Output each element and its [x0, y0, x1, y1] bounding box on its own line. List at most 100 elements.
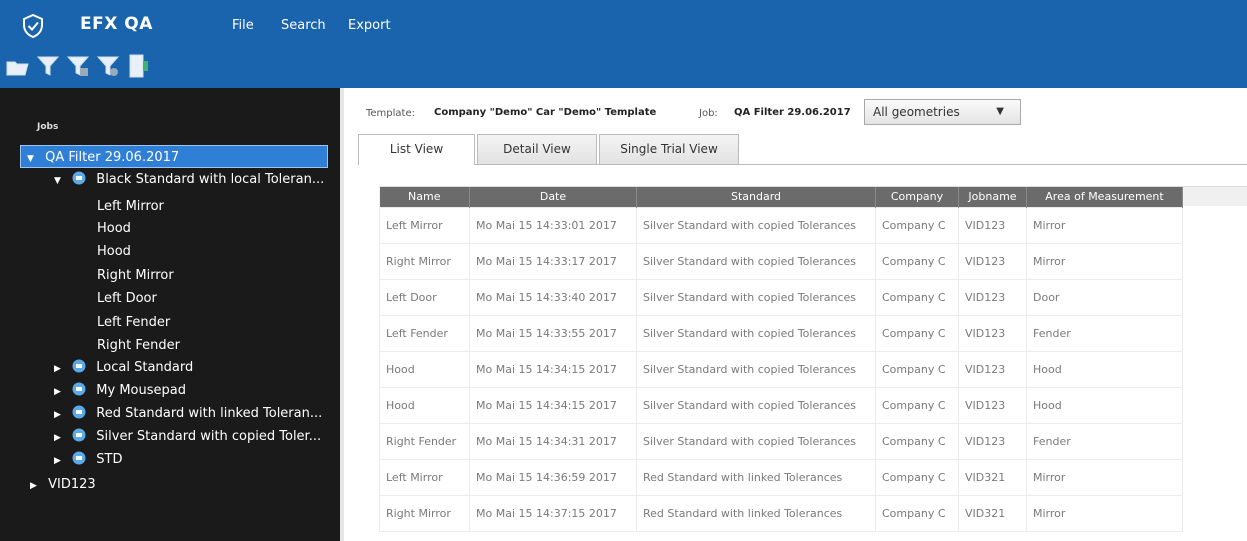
tree-item-standard[interactable]: ▶ My Mousepad [54, 379, 186, 402]
filter-settings-icon[interactable] [96, 53, 120, 79]
geometry-select-value: All geometries [873, 105, 960, 119]
cell-standard: Silver Standard with copied Tolerances [636, 350, 876, 388]
folder-open-icon[interactable] [6, 53, 30, 79]
cell-name: Left Mirror [379, 458, 470, 496]
caret-right-icon[interactable]: ▶ [54, 450, 68, 473]
table-row[interactable]: Left Door Mo Mai 15 14:33:40 2017 Silver S… [379, 278, 1183, 316]
geometry-select[interactable]: All geometries ▼ [864, 99, 1021, 125]
column-header-name[interactable]: Name [379, 187, 470, 207]
cell-company: Company C [875, 242, 959, 280]
tree-item-label: QA Filter 29.06.2017 [45, 150, 180, 165]
tree-item-label: STD [96, 452, 123, 467]
cell-standard: Red Standard with linked Tolerances [636, 458, 876, 496]
tree-item-standard[interactable]: ▶ STD [54, 448, 122, 471]
menu-search[interactable]: Search [281, 18, 326, 33]
cell-name: Hood [379, 386, 470, 424]
caret-right-icon[interactable]: ▶ [54, 358, 68, 381]
template-value: Company "Demo" Car "Demo" Template [434, 107, 657, 118]
table-header-row: Name Date Standard Company Jobname Area … [379, 187, 1183, 207]
cell-name: Right Mirror [379, 494, 470, 532]
menu-file[interactable]: File [232, 18, 254, 33]
job-label: Job: [699, 108, 718, 119]
tab-detail-view[interactable]: Detail View [477, 134, 597, 164]
table-row[interactable]: Left Mirror Mo Mai 15 14:33:01 2017 Silver… [379, 206, 1183, 244]
tree-item-trial[interactable]: Right Fender [97, 334, 180, 357]
tree-item-trial[interactable]: Left Mirror [97, 195, 164, 218]
cell-date: Mo Mai 15 14:33:01 2017 [469, 206, 637, 244]
cell-date: Mo Mai 15 14:36:59 2017 [469, 458, 637, 496]
tree-item-job-root[interactable]: ▼ QA Filter 29.06.2017 [20, 145, 328, 168]
cell-area: Mirror [1026, 458, 1183, 496]
shield-check-icon [23, 14, 43, 38]
cell-name: Left Door [379, 278, 470, 316]
cell-standard: Silver Standard with copied Tolerances [636, 206, 876, 244]
table-row[interactable]: Right Mirror Mo Mai 15 14:37:15 2017 Red S… [379, 494, 1183, 532]
cell-company: Company C [875, 206, 959, 244]
tree-item-standard[interactable]: ▶ Red Standard with linked Toleran... [54, 402, 322, 425]
cell-jobname: VID123 [958, 278, 1027, 316]
tab-single-trial-view[interactable]: Single Trial View [599, 134, 739, 164]
tree-item-trial[interactable]: Right Mirror [97, 264, 174, 287]
column-header-company[interactable]: Company [875, 187, 959, 207]
trials-table: Name Date Standard Company Jobname Area … [379, 187, 1183, 532]
cell-standard: Red Standard with linked Tolerances [636, 494, 876, 532]
export-document-icon[interactable] [126, 53, 150, 79]
caret-right-icon[interactable]: ▶ [54, 427, 68, 450]
tree-item-label: Black Standard with local Toleran... [96, 172, 325, 187]
column-header-jobname[interactable]: Jobname [958, 187, 1027, 207]
table-row[interactable]: Hood Mo Mai 15 14:34:15 2017 Silver Standa… [379, 350, 1183, 388]
template-label: Template: [366, 108, 415, 119]
tree-item-trial[interactable]: Left Fender [97, 311, 170, 334]
cell-jobname: VID123 [958, 206, 1027, 244]
tree-item-job[interactable]: ▶ VID123 [30, 473, 96, 496]
tab-list-view[interactable]: List View [358, 134, 475, 165]
caret-down-icon[interactable]: ▼ [54, 170, 68, 193]
cell-standard: Silver Standard with copied Tolerances [636, 422, 876, 460]
tree-item-trial[interactable]: Hood [97, 240, 131, 263]
tree-item-standard[interactable]: ▶ Local Standard [54, 356, 193, 379]
tree-item-standard-expanded[interactable]: ▼ Black Standard with local Toleran... [54, 168, 324, 191]
column-header-area[interactable]: Area of Measurement [1026, 187, 1183, 207]
menu-export[interactable]: Export [348, 18, 391, 33]
cell-name: Left Mirror [379, 206, 470, 244]
column-header-date[interactable]: Date [469, 187, 637, 207]
cell-jobname: VID321 [958, 458, 1027, 496]
cell-area: Fender [1026, 314, 1183, 352]
tree-item-trial[interactable]: Hood [97, 217, 131, 240]
table-row[interactable]: Right Mirror Mo Mai 15 14:33:17 2017 Silve… [379, 242, 1183, 280]
tree-item-label: My Mousepad [96, 383, 186, 398]
cell-date: Mo Mai 15 14:33:40 2017 [469, 278, 637, 316]
cell-date: Mo Mai 15 14:33:55 2017 [469, 314, 637, 352]
cell-date: Mo Mai 15 14:34:15 2017 [469, 350, 637, 388]
cell-area: Mirror [1026, 206, 1183, 244]
standard-icon [72, 382, 86, 396]
job-value: QA Filter 29.06.2017 [734, 107, 851, 118]
cell-jobname: VID123 [958, 422, 1027, 460]
tab-divider [358, 164, 1247, 165]
table-row[interactable]: Left Mirror Mo Mai 15 14:36:59 2017 Red St… [379, 458, 1183, 496]
caret-right-icon[interactable]: ▶ [30, 475, 44, 498]
cell-company: Company C [875, 494, 959, 532]
standard-icon [72, 451, 86, 465]
table-row[interactable]: Left Fender Mo Mai 15 14:33:55 2017 Silver… [379, 314, 1183, 352]
filter-icon[interactable] [36, 53, 60, 79]
column-header-standard[interactable]: Standard [636, 187, 876, 207]
cell-date: Mo Mai 15 14:34:15 2017 [469, 386, 637, 424]
main-panel: Template: Company "Demo" Car "Demo" Temp… [340, 88, 1247, 541]
filter-edit-icon[interactable] [66, 53, 90, 79]
cell-name: Right Mirror [379, 242, 470, 280]
table-row[interactable]: Hood Mo Mai 15 14:34:15 2017 Silver Standa… [379, 386, 1183, 424]
caret-right-icon[interactable]: ▶ [54, 381, 68, 404]
tree-item-trial[interactable]: Left Door [97, 287, 157, 310]
caret-right-icon[interactable]: ▶ [54, 404, 68, 427]
tree-item-standard[interactable]: ▶ Silver Standard with copied Toler... [54, 425, 321, 448]
caret-down-icon[interactable]: ▼ [27, 148, 41, 171]
cell-date: Mo Mai 15 14:33:17 2017 [469, 242, 637, 280]
tree-item-label: Silver Standard with copied Toler... [96, 429, 322, 444]
cell-date: Mo Mai 15 14:34:31 2017 [469, 422, 637, 460]
cell-jobname: VID123 [958, 350, 1027, 388]
table-row[interactable]: Right Fender Mo Mai 15 14:34:31 2017 Silve… [379, 422, 1183, 460]
cell-company: Company C [875, 314, 959, 352]
cell-area: Mirror [1026, 494, 1183, 532]
cell-area: Mirror [1026, 242, 1183, 280]
